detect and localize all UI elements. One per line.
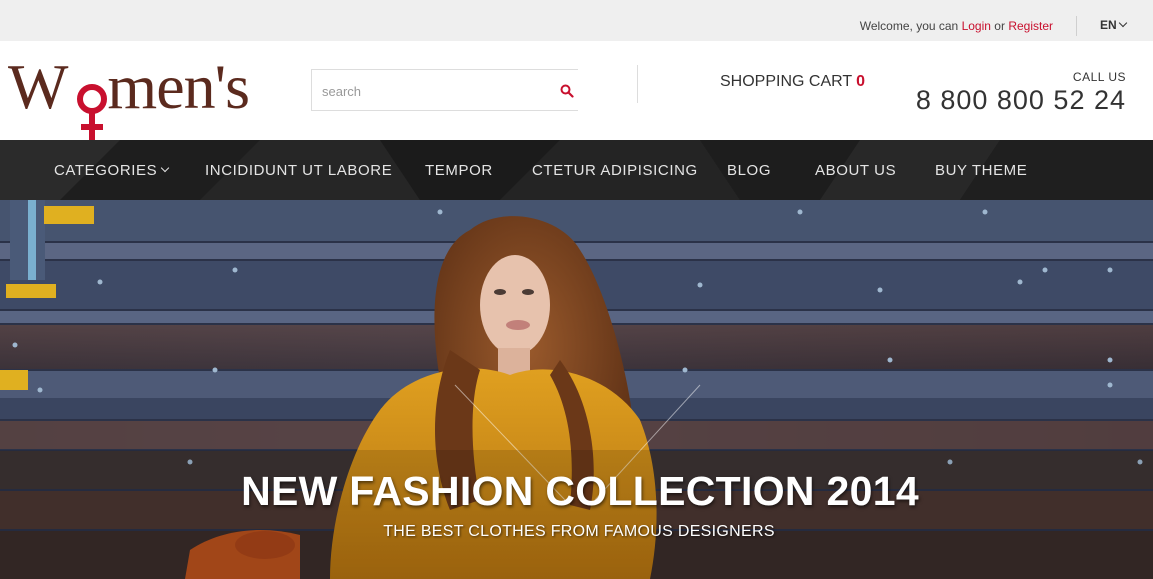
main-navigation: CATEGORIES INCIDIDUNT UT LABORE TEMPOR C… <box>0 140 1153 200</box>
register-link[interactable]: Register <box>1008 19 1053 33</box>
language-label: EN <box>1100 18 1117 32</box>
logo-text-end: men's <box>107 51 250 122</box>
phone-number: 8 800 800 52 24 <box>915 85 1126 115</box>
topbar-divider <box>1076 16 1077 36</box>
chevron-down-icon <box>1118 18 1127 28</box>
nav-item-buy-theme[interactable]: BUY THEME <box>935 162 1027 179</box>
nav-item-label: CATEGORIES <box>54 162 158 179</box>
nav-item-blog[interactable]: BLOG <box>727 162 771 179</box>
cart-label: SHOPPING CART <box>720 73 853 90</box>
search-box <box>311 69 578 111</box>
nav-item-about-us[interactable]: ABOUT US <box>815 162 896 179</box>
search-input[interactable] <box>322 80 542 102</box>
welcome-message: Welcome, you can Login or Register <box>860 19 1053 33</box>
login-link[interactable]: Login <box>962 19 991 33</box>
cart-count: 0 <box>856 73 866 90</box>
top-bar: Welcome, you can Login or Register EN <box>0 0 1153 41</box>
welcome-text: Welcome, you can <box>859 19 959 33</box>
nav-item-ctetur-adipisicing[interactable]: CTETUR ADIPISICING <box>532 162 698 179</box>
logo[interactable]: Wmen's <box>8 55 250 141</box>
logo-text-start: W <box>8 51 68 122</box>
language-selector[interactable]: EN <box>1100 18 1127 32</box>
or-text: or <box>994 19 1005 33</box>
search-icon[interactable] <box>560 84 574 98</box>
hero-headline: NEW FASHION COLLECTION 2014 <box>241 468 919 514</box>
call-us-label: CALL US <box>1072 70 1126 84</box>
header-divider <box>637 65 638 103</box>
shopping-cart[interactable]: SHOPPING CART 0 <box>720 73 865 91</box>
nav-item-categories[interactable]: CATEGORIES <box>54 162 170 179</box>
nav-item-incididunt-ut-labore[interactable]: INCIDIDUNT UT LABORE <box>205 162 392 179</box>
nav-item-tempor[interactable]: TEMPOR <box>425 162 493 179</box>
hero-subline: THE BEST CLOTHES FROM FAMOUS DESIGNERS <box>383 523 775 540</box>
venus-symbol-icon <box>77 84 107 141</box>
chevron-down-icon <box>161 163 170 173</box>
hero-slider[interactable]: NEW FASHION COLLECTION 2014 THE BEST CLO… <box>0 200 1153 579</box>
site-header: Wmen's SHOPPING CART0 CALL US 8 800 800 … <box>0 41 1153 141</box>
